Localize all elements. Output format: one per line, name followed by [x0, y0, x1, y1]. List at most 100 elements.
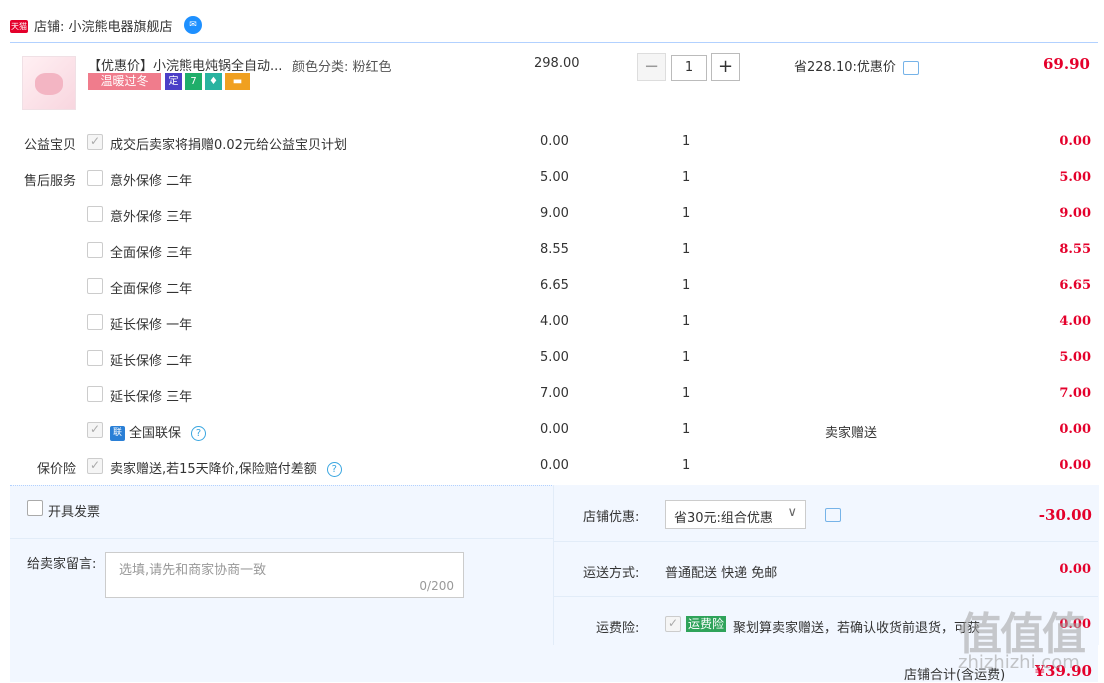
service-checkbox[interactable]: [87, 170, 103, 186]
product-title-link[interactable]: 【优惠价】小浣熊电炖锅全自动...: [88, 55, 288, 74]
card-icon: ▬: [225, 73, 250, 90]
help-icon[interactable]: ?: [191, 426, 207, 441]
deposit-icon: 定: [165, 73, 182, 90]
service-quantity: 1: [682, 206, 691, 221]
increase-quantity-button[interactable]: +: [711, 53, 740, 81]
service-row: 延长保修 二年 5.00 1 5.00: [0, 342, 1104, 378]
service-price: 0.00: [540, 134, 569, 149]
service-row: 意外保修 三年 9.00 1 9.00: [0, 198, 1104, 234]
service-total: 0.00: [1059, 134, 1091, 149]
service-checkbox[interactable]: [87, 134, 103, 150]
service-name-text: 意外保修 二年: [110, 174, 193, 189]
service-row: 延长保修 三年 7.00 1 7.00: [0, 378, 1104, 414]
service-name-text: 全面保修 三年: [110, 246, 193, 261]
message-char-count: 0/200: [419, 579, 454, 593]
service-checkbox[interactable]: [87, 278, 103, 294]
service-total: 5.00: [1059, 350, 1091, 365]
service-price: 5.00: [540, 170, 569, 185]
service-total: 0.00: [1059, 422, 1091, 437]
service-checkbox[interactable]: [87, 314, 103, 330]
shipping-method: 普通配送 快递 免邮: [665, 566, 778, 581]
service-price: 9.00: [540, 206, 569, 221]
item-total: 69.90: [1043, 55, 1090, 73]
service-price: 8.55: [540, 242, 569, 257]
service-quantity: 1: [682, 314, 691, 329]
seven-day-return-icon: 7: [185, 73, 202, 90]
watermark-url: zhizhizhi.com: [958, 652, 1080, 673]
service-price: 4.00: [540, 314, 569, 329]
discount-total: -30.00: [1038, 506, 1092, 524]
service-row: 联全国联保? 0.00 1 卖家赠送 0.00: [0, 414, 1104, 450]
service-total: 6.65: [1059, 278, 1091, 293]
insurance-label: 运费险:: [596, 621, 640, 636]
service-name-text: 延长保修 二年: [110, 354, 193, 369]
service-checkbox[interactable]: [87, 458, 103, 474]
service-quantity: 1: [682, 170, 691, 185]
service-row: 售后服务 意外保修 二年 5.00 1 5.00: [0, 162, 1104, 198]
service-quantity: 1: [682, 422, 691, 437]
service-checkbox[interactable]: [87, 242, 103, 258]
service-note: 卖家赠送: [825, 426, 878, 441]
product-sku: 颜色分类: 粉红色: [292, 60, 392, 75]
service-name: 延长保修 二年: [110, 350, 192, 369]
discount-selected: 省30元:组合优惠: [674, 511, 773, 526]
national-warranty-icon: 联: [110, 426, 125, 441]
service-checkbox[interactable]: [87, 422, 103, 438]
service-name-text: 延长保修 一年: [110, 318, 193, 333]
service-total: 0.00: [1059, 458, 1091, 473]
service-quantity: 1: [682, 386, 691, 401]
service-group-label: 公益宝贝: [24, 138, 77, 153]
divider: [553, 596, 1098, 597]
service-name: 意外保修 三年: [110, 206, 192, 225]
divider: [553, 541, 1098, 542]
message-textarea[interactable]: 选填,请先和商家协商一致 0/200: [105, 552, 464, 598]
service-total: 9.00: [1059, 206, 1091, 221]
service-row: 保价险 卖家赠送,若15天降价,保险赔付差额? 0.00 1 0.00: [0, 450, 1104, 486]
service-price: 6.65: [540, 278, 569, 293]
unit-price: 298.00: [534, 56, 580, 71]
guarantee-icon: ♦: [205, 73, 222, 90]
discount-select[interactable]: 省30元:组合优惠 ∨: [665, 500, 806, 529]
discount-comment-icon[interactable]: [825, 508, 841, 522]
service-quantity: 1: [682, 278, 691, 293]
service-row: 全面保修 三年 8.55 1 8.55: [0, 234, 1104, 270]
warm-winter-badge: 温暖过冬: [88, 73, 161, 90]
decrease-quantity-button[interactable]: −: [637, 53, 666, 81]
insurance-checkbox[interactable]: [665, 616, 681, 632]
service-name-text: 卖家赠送,若15天降价,保险赔付差额: [110, 462, 317, 477]
service-price: 5.00: [540, 350, 569, 365]
divider: [10, 42, 1098, 43]
divider: [10, 538, 553, 539]
service-name: 全面保修 二年: [110, 278, 192, 297]
invoice-label[interactable]: 开具发票: [48, 501, 100, 520]
service-group-label: 售后服务: [24, 174, 77, 189]
invoice-checkbox[interactable]: [27, 500, 43, 516]
service-quantity: 1: [682, 458, 691, 473]
service-checkbox[interactable]: [87, 386, 103, 402]
service-quantity: 1: [682, 134, 691, 149]
shipping-total: 0.00: [1059, 562, 1091, 577]
help-icon[interactable]: ?: [326, 462, 342, 477]
service-price: 7.00: [540, 386, 569, 401]
tmall-badge: 天猫: [10, 20, 28, 33]
quantity-input[interactable]: 1: [671, 55, 707, 81]
service-name: 联全国联保?: [110, 422, 207, 441]
service-quantity: 1: [682, 242, 691, 257]
service-name: 延长保修 一年: [110, 314, 192, 333]
promo-info: 省228.10:优惠价: [794, 60, 896, 75]
service-price: 0.00: [540, 422, 569, 437]
product-thumbnail[interactable]: [22, 56, 76, 110]
shop-name-link[interactable]: 店铺: 小浣熊电器旗舰店: [34, 16, 173, 35]
service-total: 8.55: [1059, 242, 1091, 257]
service-name-text: 意外保修 三年: [110, 210, 193, 225]
wangwang-chat-icon[interactable]: ✉: [184, 16, 202, 34]
service-name: 卖家赠送,若15天降价,保险赔付差额?: [110, 458, 342, 477]
message-placeholder: 选填,请先和商家协商一致: [119, 563, 267, 578]
service-checkbox[interactable]: [87, 350, 103, 366]
promo-comment-icon[interactable]: [903, 61, 919, 75]
service-name-text: 延长保修 三年: [110, 390, 193, 405]
service-checkbox[interactable]: [87, 206, 103, 222]
service-total: 4.00: [1059, 314, 1091, 329]
service-quantity: 1: [682, 350, 691, 365]
service-name: 延长保修 三年: [110, 386, 192, 405]
